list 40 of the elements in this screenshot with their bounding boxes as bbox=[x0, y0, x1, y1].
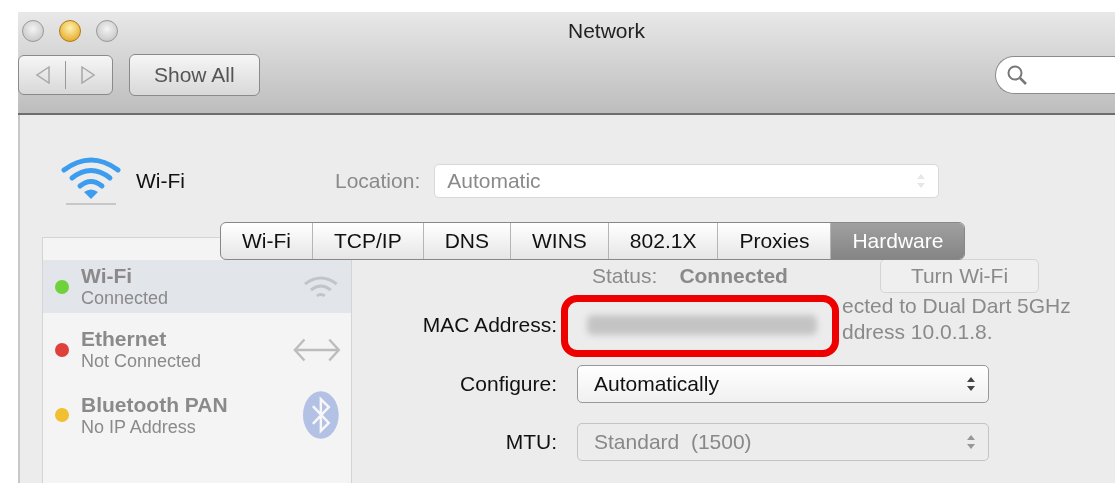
service-item-status: No IP Address bbox=[81, 416, 197, 438]
status-detail-text: ddress 10.0.1.8. bbox=[842, 319, 994, 345]
back-forward-control[interactable] bbox=[18, 55, 113, 95]
status-label: Status: bbox=[592, 264, 658, 288]
status-value: Connected bbox=[679, 264, 788, 288]
service-item[interactable]: Ethernet Not Connected bbox=[43, 323, 351, 376]
search-field[interactable] bbox=[995, 56, 1115, 94]
service-item-status: Not Connected bbox=[81, 351, 203, 372]
service-item-status: Connected bbox=[81, 288, 170, 309]
show-all-button[interactable]: Show All bbox=[129, 54, 260, 96]
window-title: Network bbox=[567, 19, 645, 43]
zoom-button[interactable] bbox=[96, 20, 118, 42]
stepper-arrows-icon bbox=[916, 172, 927, 190]
tab[interactable]: Hardware bbox=[831, 223, 965, 259]
service-item-name: Bluetooth PAN bbox=[81, 392, 229, 417]
wifi-icon bbox=[60, 154, 122, 208]
service-name: Wi-Fi bbox=[136, 169, 185, 193]
tab[interactable]: WINS bbox=[511, 223, 609, 259]
stepper-arrows-icon bbox=[966, 375, 976, 393]
location-popup[interactable]: Automatic bbox=[434, 164, 940, 198]
bluetooth-icon bbox=[301, 390, 341, 440]
service-item[interactable]: Bluetooth PAN No IP Address bbox=[43, 386, 351, 444]
service-item-name: Wi-Fi bbox=[81, 264, 134, 288]
tab[interactable]: TCP/IP bbox=[313, 223, 424, 259]
tab[interactable]: DNS bbox=[423, 223, 511, 259]
forward-icon[interactable] bbox=[80, 66, 96, 84]
mtu-label: MTU: bbox=[504, 430, 557, 454]
service-item-name: Ethernet bbox=[81, 327, 168, 351]
mac-address-label: MAC Address: bbox=[421, 313, 557, 337]
stepper-arrows-icon bbox=[966, 433, 976, 451]
configure-popup[interactable]: Automatically bbox=[577, 365, 989, 403]
search-icon bbox=[1006, 64, 1028, 86]
tab[interactable]: Wi-Fi bbox=[221, 223, 313, 259]
minimize-button[interactable] bbox=[59, 20, 81, 42]
close-button[interactable] bbox=[22, 20, 44, 42]
tab[interactable]: 802.1X bbox=[608, 223, 719, 259]
location-label: Location: bbox=[335, 169, 421, 193]
configure-label: Configure: bbox=[459, 372, 557, 396]
status-detail-text: ected to Dual Dart 5GHz bbox=[842, 293, 1071, 319]
back-icon[interactable] bbox=[35, 66, 51, 84]
